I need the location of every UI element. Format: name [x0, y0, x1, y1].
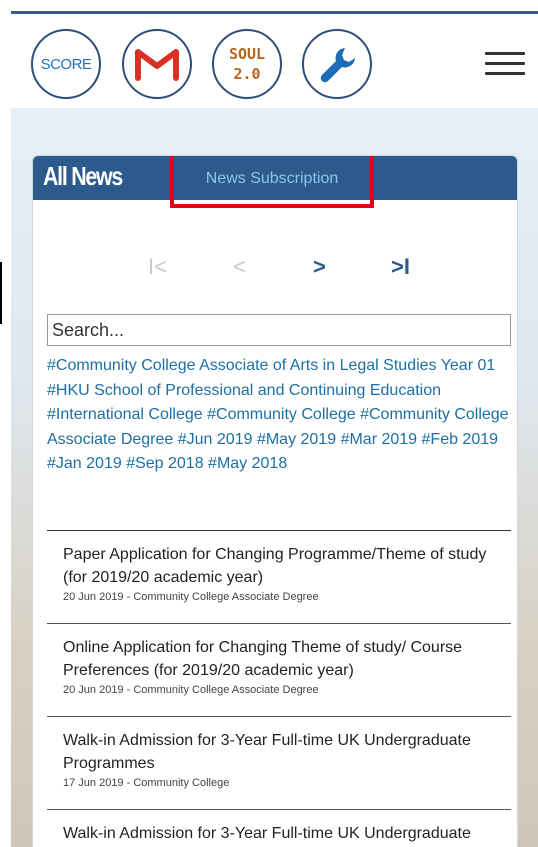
all-news-title: All News — [43, 161, 123, 191]
left-edge-mark — [0, 262, 2, 324]
tag-link[interactable]: #Feb 2019 — [422, 431, 499, 448]
first-page-button[interactable]: I< — [148, 254, 167, 280]
news-panel: All News News Subscription I< < > >I #Co… — [32, 155, 518, 847]
tag-link[interactable]: #Jan 2019 — [47, 455, 122, 472]
tag-link[interactable]: #Jun 2019 — [178, 431, 253, 448]
search-input[interactable] — [47, 314, 511, 346]
tag-link[interactable]: #Community College — [207, 406, 356, 423]
news-item[interactable]: Walk-in Admission for 3-Year Full-time U… — [47, 717, 511, 810]
tag-list: #Community College Associate of Arts in … — [47, 354, 513, 477]
tag-link[interactable]: #Mar 2019 — [341, 431, 418, 448]
news-subscription-label: News Subscription — [205, 170, 339, 187]
gmail-button[interactable] — [122, 29, 192, 99]
gmail-icon — [135, 49, 179, 81]
score-logo: SCORE — [40, 55, 92, 73]
news-title: Walk-in Admission for 3-Year Full-time U… — [63, 825, 471, 842]
tag-link[interactable]: #HKU School of Professional and Continui… — [47, 382, 441, 399]
news-item[interactable]: Walk-in Admission for 3-Year Full-time U… — [47, 810, 511, 847]
news-meta: 20 Jun 2019 - Community College Associat… — [63, 591, 319, 603]
news-title: Walk-in Admission for 3-Year Full-time U… — [63, 732, 471, 772]
news-title: Online Application for Changing Theme of… — [63, 639, 463, 679]
tag-link[interactable]: #International College — [47, 406, 203, 423]
tools-button[interactable] — [302, 29, 372, 99]
soul-logo: SOUL 2.0 — [228, 45, 266, 83]
tag-link[interactable]: #Community College Associate of Arts in … — [47, 357, 495, 374]
previous-page-button[interactable]: < — [233, 254, 246, 280]
news-subscription-tab[interactable]: News Subscription — [170, 156, 374, 208]
news-title: Paper Application for Changing Programme… — [63, 546, 487, 586]
news-meta: 17 Jun 2019 - Community College — [63, 777, 230, 789]
news-meta: 20 Jun 2019 - Community College Associat… — [63, 684, 319, 696]
score-button[interactable]: SCORE — [31, 29, 101, 99]
header: SCORE SOUL 2.0 — [0, 14, 538, 108]
news-item[interactable]: Online Application for Changing Theme of… — [47, 624, 511, 717]
tag-link[interactable]: #May 2018 — [208, 455, 287, 472]
last-page-button[interactable]: >I — [391, 254, 410, 280]
panel-header: All News News Subscription — [33, 156, 517, 208]
tag-link[interactable]: #May 2019 — [257, 431, 336, 448]
news-item[interactable]: Paper Application for Changing Programme… — [47, 531, 511, 624]
wrench-icon — [320, 48, 355, 83]
menu-icon[interactable] — [485, 52, 525, 78]
soul-button[interactable]: SOUL 2.0 — [212, 29, 282, 99]
tag-link[interactable]: #Sep 2018 — [126, 455, 203, 472]
next-page-button[interactable]: > — [313, 254, 326, 280]
